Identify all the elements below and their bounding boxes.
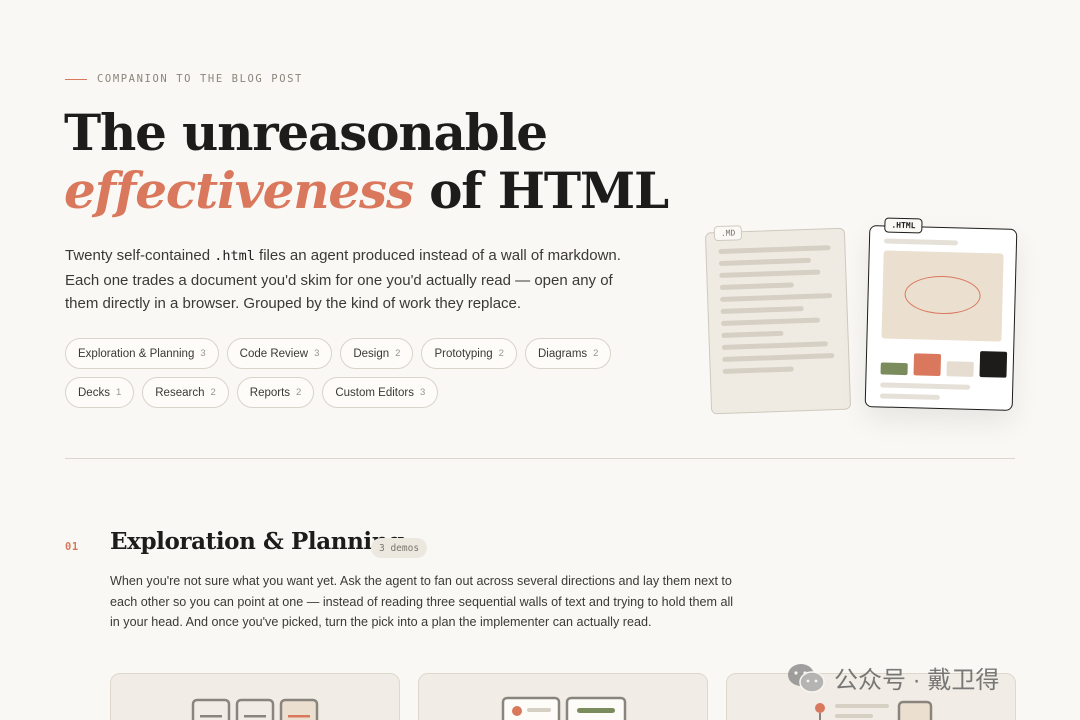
swatch-green bbox=[880, 362, 908, 376]
md-tag: .MD bbox=[713, 225, 743, 242]
demo-card[interactable] bbox=[110, 673, 400, 720]
html-document-illustration: .HTML bbox=[864, 217, 1018, 411]
markdown-document-illustration: .MD bbox=[704, 225, 852, 415]
chip-label: Reports bbox=[249, 386, 291, 399]
watermark-text: 公众号 · 戴卫得 bbox=[834, 667, 1000, 694]
chip-reports[interactable]: Reports 2 bbox=[236, 377, 315, 408]
chip-count: 1 bbox=[115, 387, 122, 398]
swatch-black bbox=[979, 351, 1008, 378]
intro-code: .html bbox=[214, 248, 255, 264]
md-vs-html-illustration: .MD .HTML bbox=[700, 210, 1030, 430]
title-accent: effectiveness bbox=[64, 161, 414, 220]
eyebrow: COMPANION TO THE BLOG POST bbox=[65, 73, 303, 85]
chip-count: 3 bbox=[200, 348, 206, 359]
chip-decks[interactable]: Decks 1 bbox=[65, 377, 135, 408]
wechat-icon bbox=[788, 663, 825, 693]
title-rest: of HTML bbox=[412, 161, 669, 220]
chip-exploration-planning[interactable]: Exploration & Planning 3 bbox=[65, 338, 219, 369]
section-divider bbox=[65, 458, 1015, 459]
chip-code-review[interactable]: Code Review 3 bbox=[226, 338, 333, 369]
plan-panels-icon bbox=[501, 696, 627, 720]
eyebrow-rule bbox=[65, 78, 87, 80]
html-heading-line bbox=[883, 238, 959, 246]
page-title: The unreasonable effectiveness of HTML bbox=[64, 103, 669, 220]
html-hero-image bbox=[881, 250, 1004, 342]
chip-count: 2 bbox=[395, 348, 401, 359]
chip-label: Custom Editors bbox=[335, 386, 414, 399]
swatch-beige bbox=[946, 361, 974, 377]
chip-label: Decks bbox=[78, 386, 110, 399]
demo-count-badge: 3 demos bbox=[371, 538, 428, 558]
chip-research[interactable]: Research 2 bbox=[142, 377, 229, 408]
chip-count: 3 bbox=[419, 387, 426, 398]
html-footer-line bbox=[880, 382, 971, 390]
chip-prototyping[interactable]: Prototyping 2 bbox=[421, 338, 517, 369]
chip-count: 2 bbox=[593, 348, 599, 359]
html-footer-line bbox=[879, 393, 940, 400]
layout-columns-icon bbox=[191, 698, 319, 720]
color-swatches bbox=[880, 348, 1008, 378]
chip-count: 3 bbox=[314, 348, 320, 359]
chip-label: Code Review bbox=[239, 347, 309, 360]
intro-paragraph: Twenty self-contained .html files an age… bbox=[65, 244, 625, 316]
demo-card[interactable] bbox=[418, 673, 708, 720]
chip-label: Diagrams bbox=[537, 347, 588, 360]
chip-count: 2 bbox=[210, 387, 216, 398]
intro-text-before: Twenty self-contained bbox=[65, 247, 215, 264]
watermark: 公众号 · 戴卫得 bbox=[786, 660, 999, 695]
chip-label: Design bbox=[353, 347, 390, 360]
chip-label: Exploration & Planning bbox=[78, 347, 195, 360]
oval-shape-icon bbox=[904, 275, 982, 316]
chip-count: 2 bbox=[498, 348, 504, 359]
category-chips: Exploration & Planning 3 Code Review 3 Des… bbox=[65, 338, 645, 408]
chip-label: Prototyping bbox=[434, 347, 493, 360]
chip-design[interactable]: Design 2 bbox=[340, 338, 414, 369]
eyebrow-label: COMPANION TO THE BLOG POST bbox=[97, 73, 303, 85]
section-number: 01 bbox=[65, 541, 79, 553]
chip-label: Research bbox=[155, 386, 205, 399]
md-text-lines bbox=[718, 245, 835, 381]
chip-custom-editors[interactable]: Custom Editors 3 bbox=[322, 377, 439, 408]
title-line-1: The unreasonable bbox=[64, 103, 548, 162]
chip-count: 2 bbox=[296, 387, 302, 398]
section-description: When you're not sure what you want yet. … bbox=[110, 574, 734, 629]
html-tag: .HTML bbox=[884, 217, 923, 234]
swatch-terracotta bbox=[913, 353, 942, 377]
section-title: Exploration & Planning bbox=[110, 528, 404, 555]
chip-diagrams[interactable]: Diagrams 2 bbox=[524, 338, 612, 369]
